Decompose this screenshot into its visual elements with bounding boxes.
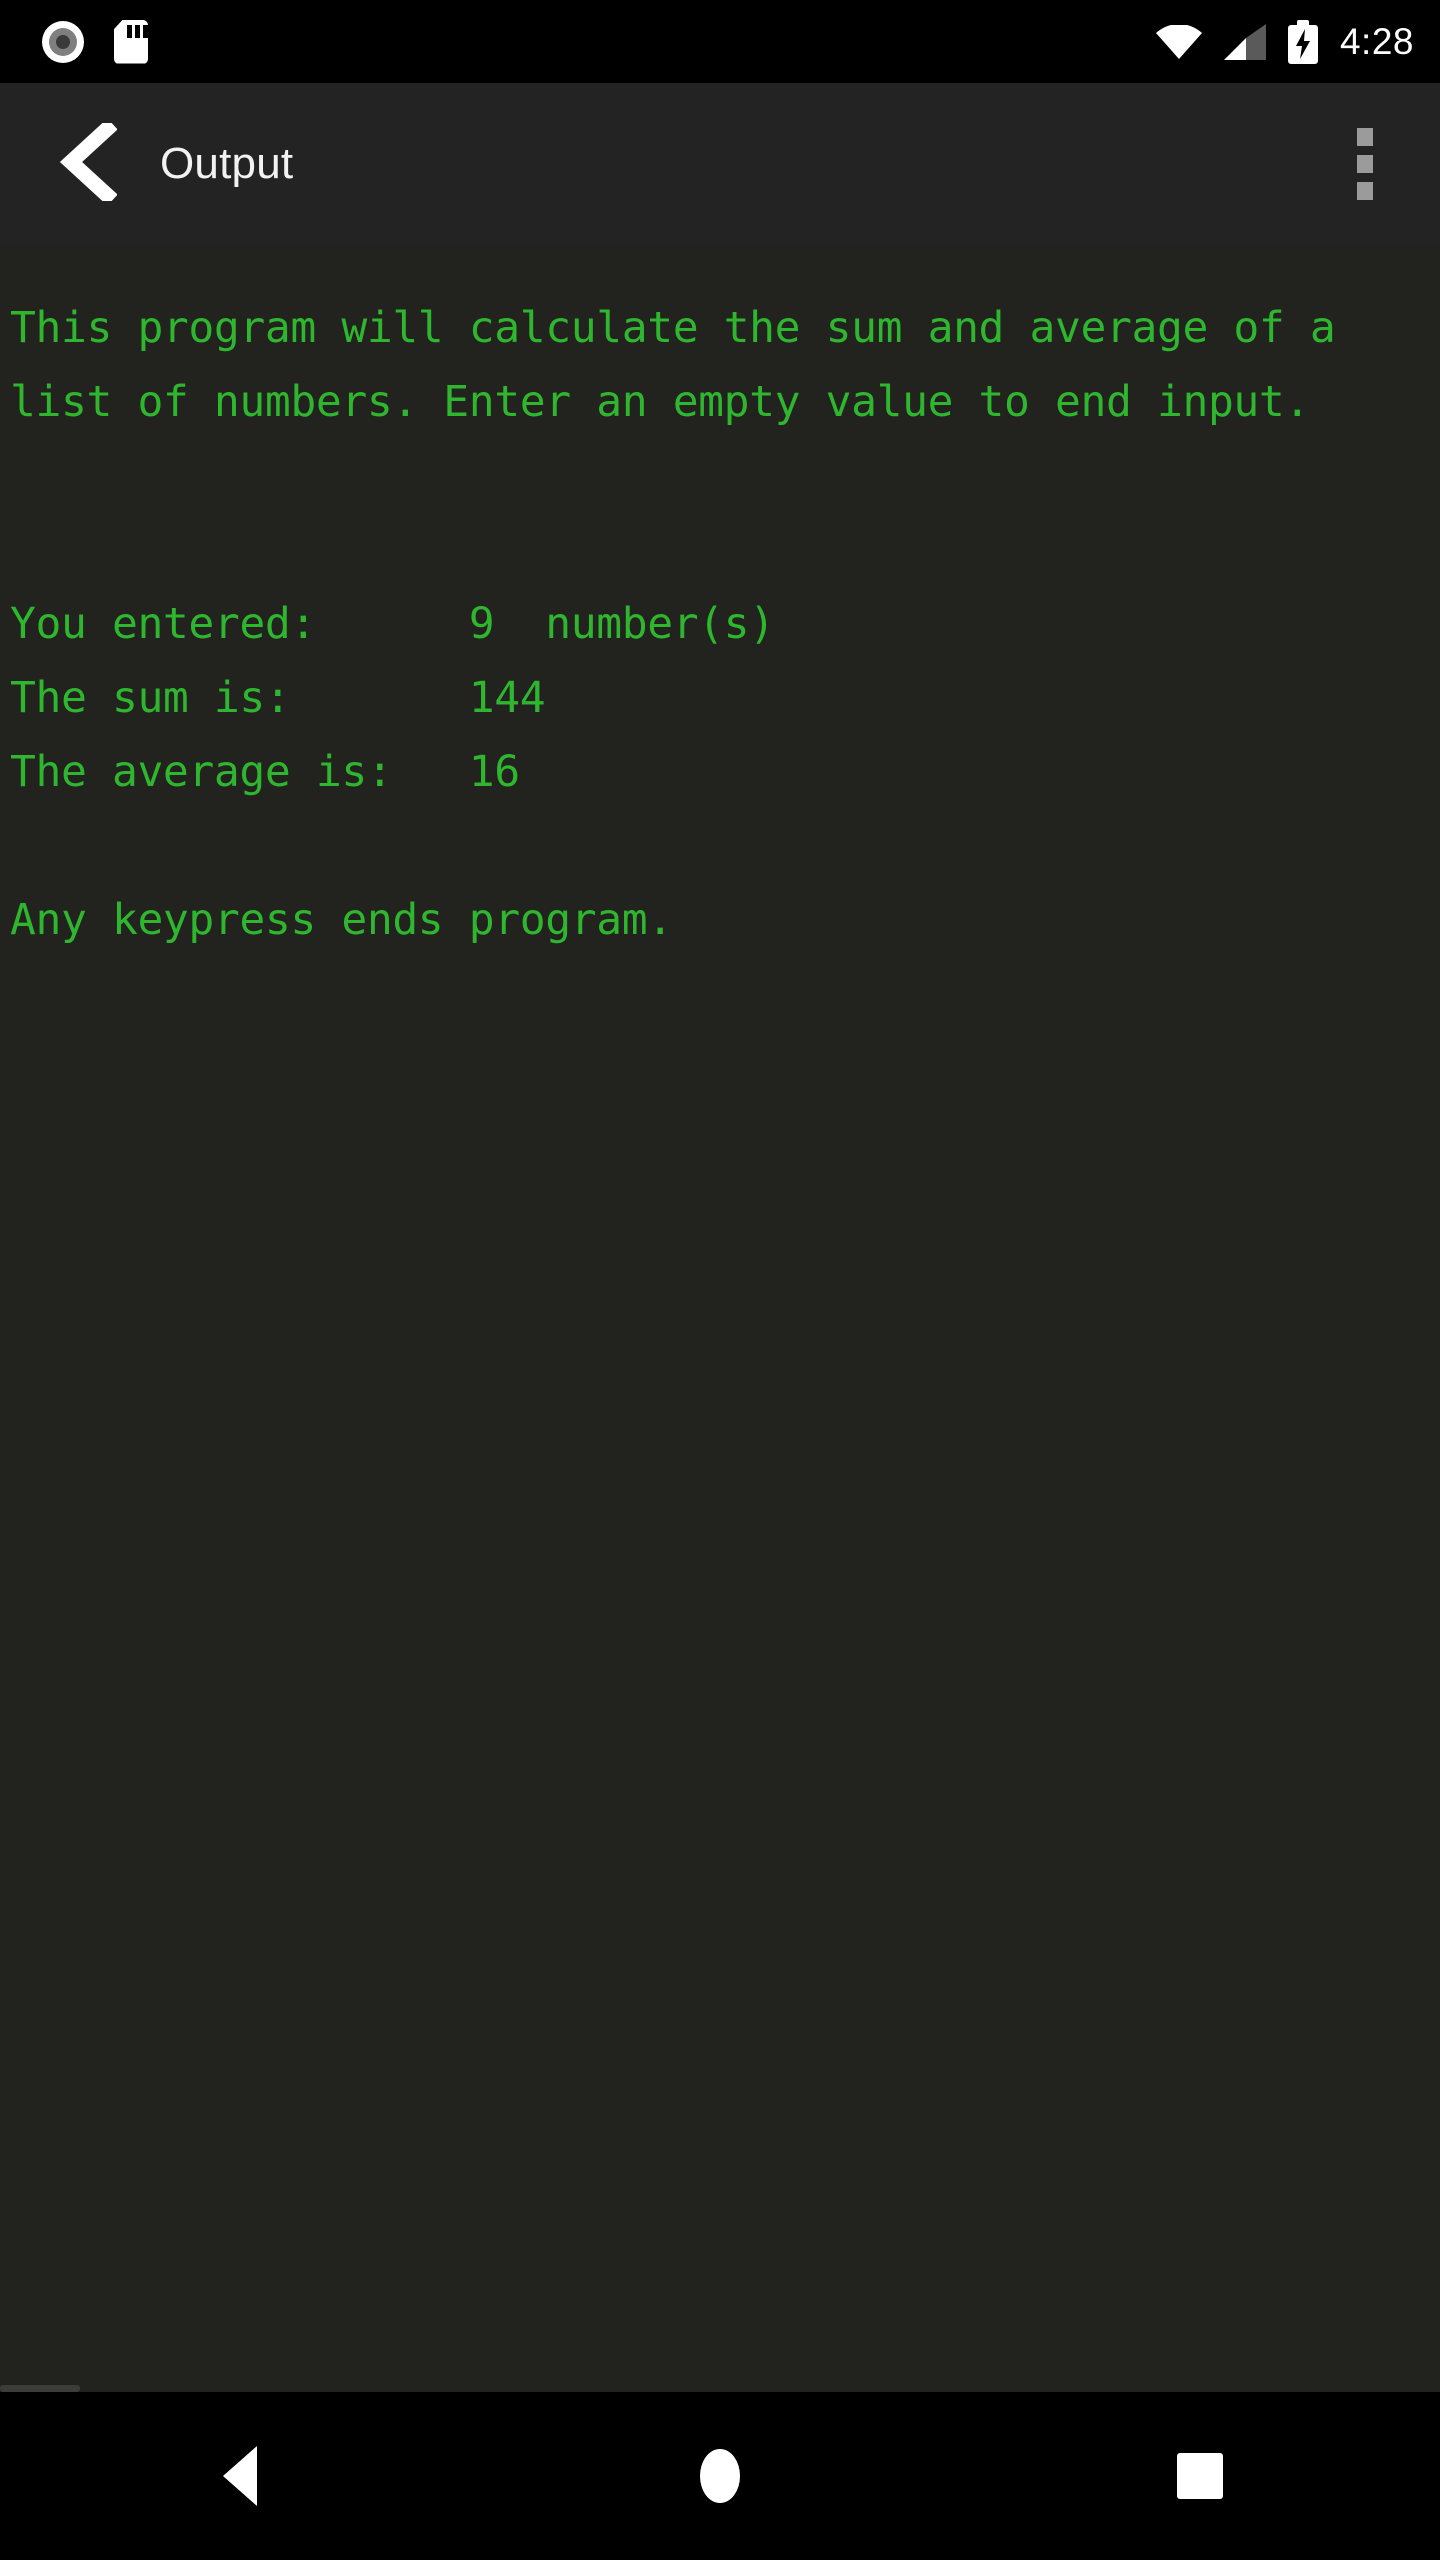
chevron-left-icon (55, 117, 118, 206)
app-bar: Output (0, 83, 1440, 245)
square-recents-icon (1177, 2453, 1223, 2499)
overflow-menu-button[interactable] (1320, 109, 1410, 219)
status-bar-clock: 4:28 (1339, 20, 1414, 62)
circle-home-icon (700, 2449, 740, 2503)
record-circle-icon (42, 20, 84, 63)
battery-charging-icon (1287, 19, 1318, 64)
cellular-signal-icon (1223, 23, 1266, 60)
status-bar-right-icons: 4:28 (1155, 19, 1414, 64)
nav-home-button[interactable] (620, 2392, 820, 2560)
status-bar-left-icons (42, 19, 148, 64)
terminal-output-area[interactable]: This program will calculate the sum and … (0, 245, 1440, 2392)
kebab-menu-icon-dot-2 (1357, 155, 1373, 173)
page-title: Output (160, 139, 294, 188)
triangle-back-icon (223, 2446, 257, 2506)
kebab-menu-icon-dot-1 (1357, 128, 1373, 146)
kebab-menu-icon-dot-3 (1357, 182, 1373, 200)
nav-back-button[interactable] (140, 2392, 340, 2560)
back-button[interactable] (40, 117, 132, 210)
status-bar: 4:28 (0, 0, 1440, 83)
horizontal-scrollbar[interactable] (0, 2385, 80, 2392)
terminal-text: This program will calculate the sum and … (10, 303, 1336, 945)
sd-card-icon (114, 19, 148, 64)
android-navigation-bar (0, 2392, 1440, 2560)
wifi-icon (1155, 24, 1202, 59)
nav-recents-button[interactable] (1100, 2392, 1300, 2560)
